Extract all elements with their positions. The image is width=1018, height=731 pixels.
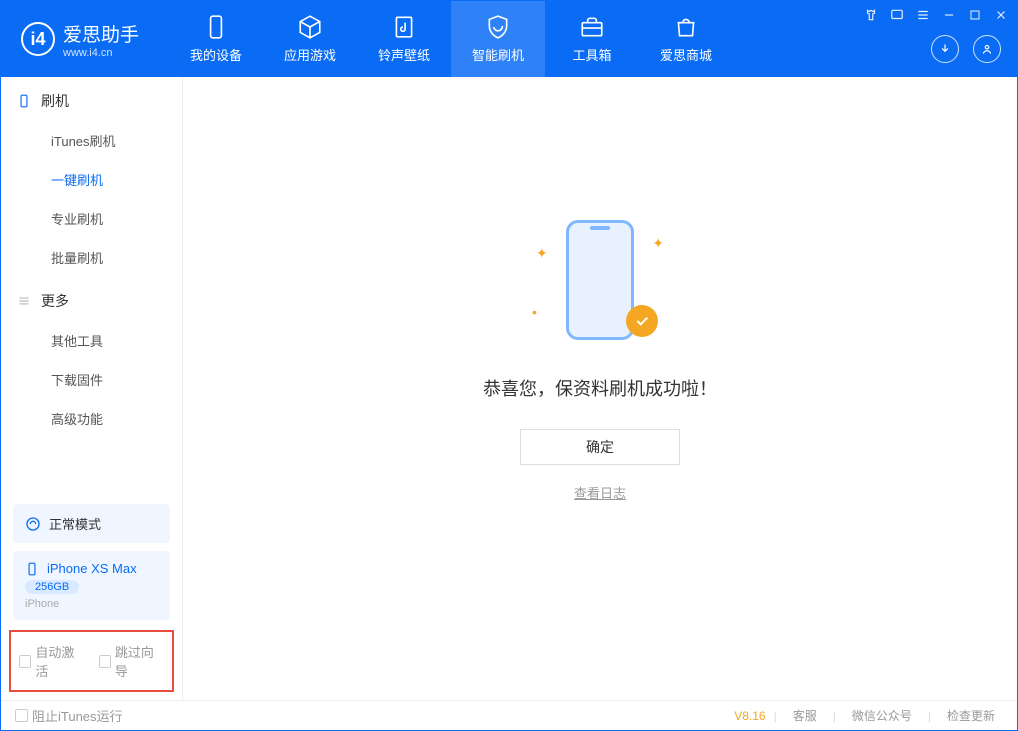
device-icon [17,94,31,108]
checkbox-prevent-itunes[interactable]: 阻止iTunes运行 [15,706,123,725]
tab-label: 我的设备 [190,45,242,64]
header-action-icons [931,35,1001,63]
minimize-icon[interactable] [941,7,957,23]
tab-apps-games[interactable]: 应用游戏 [263,1,357,77]
logo-icon: i4 [21,22,55,56]
titlebar: i4 爱思助手 www.i4.cn 我的设备 应用游戏 铃声壁纸 智能刷机 工具… [1,1,1017,77]
sidebar-item-pro-flash[interactable]: 专业刷机 [1,199,182,238]
tab-label: 应用游戏 [284,45,336,64]
music-file-icon [391,14,417,40]
version-label: V8.16 [734,709,765,723]
tab-store[interactable]: 爱思商城 [639,1,733,77]
status-link-update[interactable]: 检查更新 [939,707,1003,724]
device-card[interactable]: iPhone XS Max 256GB iPhone [13,551,170,620]
sidebar-item-advanced[interactable]: 高级功能 [1,399,182,438]
tab-label: 智能刷机 [472,45,524,64]
menu-icon[interactable] [915,7,931,23]
statusbar: 阻止iTunes运行 V8.16 | 客服 | 微信公众号 | 检查更新 [1,700,1017,730]
close-icon[interactable] [993,7,1009,23]
checkbox-skip-guide[interactable]: 跳过向导 [99,642,165,680]
sparkle-icon: ✦ [536,245,548,262]
status-link-support[interactable]: 客服 [785,707,825,724]
success-illustration: ✦ ✦ • [550,215,650,345]
highlighted-checkbox-area: 自动激活 跳过向导 [9,630,174,692]
toolbox-icon [579,14,605,40]
storage-badge: 256GB [25,580,79,594]
sidebar-item-itunes-flash[interactable]: iTunes刷机 [1,121,182,160]
window-controls [863,7,1009,23]
ok-button[interactable]: 确定 [520,429,680,465]
checkbox-icon [15,709,28,722]
sparkle-icon: • [532,304,537,320]
phone-icon [203,14,229,40]
sidebar-section-more: 更多 [1,277,182,321]
feedback-icon[interactable] [889,7,905,23]
sidebar-item-other-tools[interactable]: 其他工具 [1,321,182,360]
user-button[interactable] [973,35,1001,63]
tab-smart-flash[interactable]: 智能刷机 [451,1,545,77]
status-link-wechat[interactable]: 微信公众号 [844,707,920,724]
nav-tabs: 我的设备 应用游戏 铃声壁纸 智能刷机 工具箱 爱思商城 [169,1,733,77]
refresh-shield-icon [485,14,511,40]
app-logo: i4 爱思助手 www.i4.cn [1,20,159,59]
phone-outline-icon [566,220,634,340]
success-message: 恭喜您，保资料刷机成功啦！ [483,375,717,401]
tab-ringtones[interactable]: 铃声壁纸 [357,1,451,77]
sidebar: 刷机 iTunes刷机 一键刷机 专业刷机 批量刷机 更多 其他工具 下载固件 … [1,77,183,700]
sidebar-item-download-firmware[interactable]: 下载固件 [1,360,182,399]
mode-label: 正常模式 [49,514,101,533]
sidebar-item-oneclick-flash[interactable]: 一键刷机 [1,160,182,199]
checkbox-auto-activate[interactable]: 自动激活 [19,642,85,680]
checkbox-label: 跳过向导 [115,642,164,680]
main-content: ✦ ✦ • 恭喜您，保资料刷机成功啦！ 确定 查看日志 [183,77,1017,700]
maximize-icon[interactable] [967,7,983,23]
device-name-label: iPhone XS Max [47,561,137,576]
checkbox-icon [19,655,31,668]
sidebar-item-batch-flash[interactable]: 批量刷机 [1,238,182,277]
cube-icon [297,14,323,40]
tab-label: 爱思商城 [660,45,712,64]
sparkle-icon: ✦ [652,235,664,252]
checkbox-icon [99,655,111,668]
phone-small-icon [25,562,39,576]
checkbox-label: 自动激活 [35,642,84,680]
view-log-link[interactable]: 查看日志 [574,483,626,502]
sidebar-section-flash: 刷机 [1,77,182,121]
tab-toolbox[interactable]: 工具箱 [545,1,639,77]
list-icon [17,294,31,308]
checkbox-label: 阻止iTunes运行 [32,706,123,725]
sync-icon [25,516,41,532]
tab-my-device[interactable]: 我的设备 [169,1,263,77]
tab-label: 铃声壁纸 [378,45,430,64]
section-title-label: 更多 [41,291,69,311]
device-type-label: iPhone [25,598,158,610]
app-name: 爱思助手 [63,20,139,47]
device-name-row: iPhone XS Max [25,561,158,576]
download-button[interactable] [931,35,959,63]
mode-indicator[interactable]: 正常模式 [13,504,170,543]
tab-label: 工具箱 [573,45,612,64]
app-domain: www.i4.cn [63,47,139,59]
section-title-label: 刷机 [41,91,69,111]
check-badge-icon [626,305,658,337]
shirt-icon[interactable] [863,7,879,23]
bag-icon [673,14,699,40]
